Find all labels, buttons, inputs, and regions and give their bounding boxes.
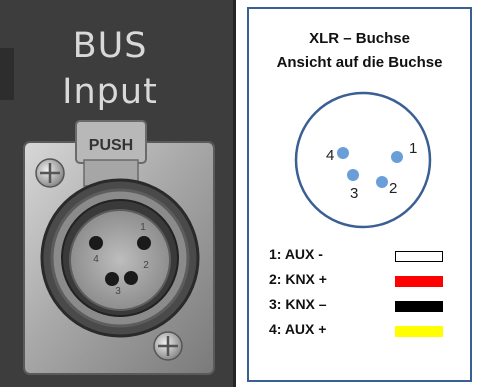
pin-dot-1 [391, 151, 403, 163]
pin-number-4: 4 [326, 147, 334, 164]
socket-number-3: 3 [115, 286, 121, 297]
legend-label: 2: KNX + [269, 271, 327, 287]
pin-number-3: 3 [350, 185, 358, 202]
legend-label: 1: AUX - [269, 246, 323, 262]
socket-outline-circle [294, 91, 432, 229]
pin-number-2: 2 [389, 180, 397, 197]
legend-label: 4: AUX + [269, 321, 327, 337]
socket-hole-1 [137, 236, 151, 250]
xlr-pinout-diagram: XLR – Buchse Ansicht auf die Buchse 4 1 … [247, 7, 472, 382]
pin-dot-3 [347, 169, 359, 181]
socket-number-2: 2 [143, 260, 149, 271]
socket-number-1: 1 [140, 222, 146, 233]
bus-input-photo: BUS Input PUSH 4 1 3 2 [0, 0, 236, 387]
legend-label: 3: KNX – [269, 296, 327, 312]
screw-bottom-right [153, 331, 183, 361]
screw-top-left [35, 158, 65, 188]
legend-swatch-yellow [395, 326, 443, 337]
socket-hole-2 [124, 271, 138, 285]
legend-swatch-black [395, 301, 443, 312]
socket-number-4: 4 [93, 254, 99, 265]
pin-number-1: 1 [409, 140, 417, 157]
pin-dot-2 [376, 176, 388, 188]
xlr-connector-graphic: PUSH 4 1 3 2 [23, 120, 215, 375]
legend-swatch-white [395, 251, 443, 262]
pin-dot-4 [337, 147, 349, 159]
push-label: PUSH [89, 137, 133, 154]
legend-swatch-red [395, 276, 443, 287]
socket-hole-4 [89, 236, 103, 250]
socket-hole-3 [105, 272, 119, 286]
